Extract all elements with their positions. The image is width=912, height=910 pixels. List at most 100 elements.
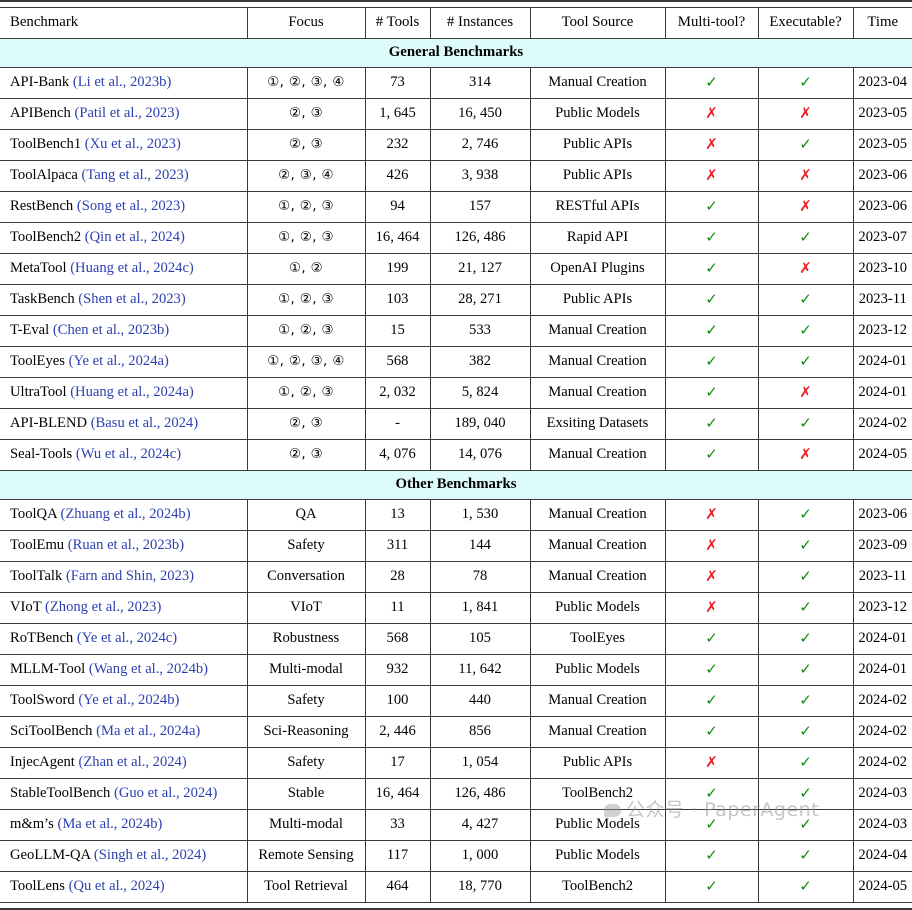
- cell-focus: ①, ②, ③: [247, 315, 366, 347]
- cell-benchmark-name: UltraTool (Huang et al., 2024a): [0, 377, 248, 409]
- cell-executable: ✗: [758, 377, 854, 409]
- cell-num-tools: 15: [365, 315, 431, 347]
- benchmark-citation[interactable]: (Ruan et al., 2023b): [68, 537, 184, 553]
- benchmark-label: TaskBench: [10, 291, 75, 307]
- benchmark-citation[interactable]: (Wu et al., 2024c): [76, 446, 181, 462]
- benchmark-citation[interactable]: (Qu et al., 2024): [69, 878, 165, 894]
- benchmark-citation[interactable]: (Zhan et al., 2024): [79, 754, 187, 770]
- cell-num-instances: 382: [430, 346, 531, 378]
- cell-benchmark-name: APIBench (Patil et al., 2023): [0, 98, 248, 130]
- benchmark-label: ToolEmu: [10, 537, 65, 553]
- benchmark-citation[interactable]: (Wang et al., 2024b): [89, 661, 208, 677]
- table-row: ToolTalk (Farn and Shin, 2023) Conversati…: [0, 561, 912, 593]
- cell-executable: ✓: [758, 623, 854, 655]
- focus-value: ①, ②, ③, ④: [267, 354, 345, 369]
- check-icon: ✓: [799, 228, 812, 246]
- cell-time: 2024-05: [853, 439, 912, 471]
- table-row: TaskBench (Shen et al., 2023) ①, ②, ③ 103 2…: [0, 284, 912, 316]
- benchmark-citation[interactable]: (Ye et al., 2024b): [78, 692, 179, 708]
- benchmark-citation[interactable]: (Tang et al., 2023): [82, 167, 189, 183]
- benchmark-citation[interactable]: (Farn and Shin, 2023): [66, 568, 194, 584]
- benchmark-label: InjecAgent: [10, 754, 75, 770]
- cell-time: 2023-07: [853, 222, 912, 254]
- benchmark-citation[interactable]: (Song et al., 2023): [77, 198, 185, 214]
- cell-num-tools: 2, 446: [365, 716, 431, 748]
- benchmark-label: UltraTool: [10, 384, 67, 400]
- cell-num-instances: 314: [430, 67, 531, 99]
- benchmark-citation[interactable]: (Xu et al., 2023): [85, 136, 181, 152]
- benchmark-citation[interactable]: (Patil et al., 2023): [74, 105, 179, 121]
- cell-multi-tool: ✓: [665, 67, 759, 99]
- cell-num-instances: 157: [430, 191, 531, 223]
- benchmark-citation[interactable]: (Huang et al., 2024a): [70, 384, 194, 400]
- cell-multi-tool: ✓: [665, 284, 759, 316]
- cell-focus: ②, ③: [247, 98, 366, 130]
- cross-icon: ✗: [799, 166, 812, 184]
- cell-benchmark-name: VIoT (Zhong et al., 2023): [0, 592, 248, 624]
- table-row: InjecAgent (Zhan et al., 2024) Safety 17 1,…: [0, 747, 912, 779]
- table-row: MetaTool (Huang et al., 2024c) ①, ② 199 21,…: [0, 253, 912, 285]
- benchmark-citation[interactable]: (Ma et al., 2024b): [57, 816, 162, 832]
- cell-multi-tool: ✓: [665, 716, 759, 748]
- cell-focus: ①, ②, ③: [247, 222, 366, 254]
- benchmark-citation[interactable]: (Basu et al., 2024): [91, 415, 198, 431]
- focus-value: ②, ③: [288, 416, 324, 431]
- column-header-focus: Focus: [247, 7, 366, 39]
- cell-time: 2023-05: [853, 98, 912, 130]
- cell-multi-tool: ✓: [665, 654, 759, 686]
- cell-tool-source: Manual Creation: [530, 377, 666, 409]
- cell-num-instances: 440: [430, 685, 531, 717]
- benchmark-comparison-table: Benchmark Focus # Tools # Instances Tool Sou…: [0, 0, 912, 910]
- cell-time: 2024-03: [853, 778, 912, 810]
- cell-executable: ✓: [758, 284, 854, 316]
- check-icon: ✓: [705, 846, 718, 864]
- cell-benchmark-name: ToolAlpaca (Tang et al., 2023): [0, 160, 248, 192]
- cell-num-tools: 932: [365, 654, 431, 686]
- cell-num-instances: 126, 486: [430, 222, 531, 254]
- cell-executable: ✓: [758, 747, 854, 779]
- benchmark-citation[interactable]: (Ye et al., 2024a): [69, 353, 169, 369]
- benchmark-citation[interactable]: (Singh et al., 2024): [94, 847, 206, 863]
- cell-num-instances: 856: [430, 716, 531, 748]
- cell-num-tools: 28: [365, 561, 431, 593]
- benchmark-citation[interactable]: (Zhuang et al., 2024b): [60, 506, 190, 522]
- cross-icon: ✗: [799, 197, 812, 215]
- benchmark-citation[interactable]: (Ma et al., 2024a): [96, 723, 200, 739]
- cell-num-instances: 18, 770: [430, 871, 531, 903]
- cell-tool-source: Manual Creation: [530, 346, 666, 378]
- cell-tool-source: Public APIs: [530, 284, 666, 316]
- table-row: RestBench (Song et al., 2023) ①, ②, ③ 94 15…: [0, 191, 912, 223]
- focus-value: ①, ②, ③: [278, 385, 334, 400]
- table-row: m&m’s (Ma et al., 2024b) Multi-modal 33 4, …: [0, 809, 912, 841]
- check-icon: ✓: [799, 352, 812, 370]
- cell-benchmark-name: Seal-Tools (Wu et al., 2024c): [0, 439, 248, 471]
- cell-focus: Robustness: [247, 623, 366, 655]
- benchmark-citation[interactable]: (Zhong et al., 2023): [45, 599, 161, 615]
- benchmark-citation[interactable]: (Qin et al., 2024): [85, 229, 185, 245]
- table-bottom-rule: [0, 902, 912, 910]
- cell-benchmark-name: MetaTool (Huang et al., 2024c): [0, 253, 248, 285]
- benchmark-label: API-Bank: [10, 74, 70, 90]
- section-title: Other Benchmarks: [0, 470, 912, 500]
- benchmark-citation[interactable]: (Li et al., 2023b): [73, 74, 171, 90]
- benchmark-citation[interactable]: (Huang et al., 2024c): [70, 260, 194, 276]
- benchmark-citation[interactable]: (Shen et al., 2023): [78, 291, 185, 307]
- cell-num-tools: 426: [365, 160, 431, 192]
- cell-focus: ①, ②: [247, 253, 366, 285]
- benchmark-citation[interactable]: (Guo et al., 2024): [114, 785, 217, 801]
- cell-num-instances: 1, 841: [430, 592, 531, 624]
- cell-num-tools: 17: [365, 747, 431, 779]
- benchmark-label: ToolTalk: [10, 568, 63, 584]
- cell-benchmark-name: API-BLEND (Basu et al., 2024): [0, 408, 248, 440]
- benchmark-citation[interactable]: (Ye et al., 2024c): [77, 630, 177, 646]
- cell-executable: ✓: [758, 530, 854, 562]
- cell-focus: Stable: [247, 778, 366, 810]
- benchmark-citation[interactable]: (Chen et al., 2023b): [53, 322, 169, 338]
- benchmark-label: ToolBench2: [10, 229, 82, 245]
- cell-tool-source: Manual Creation: [530, 439, 666, 471]
- table-row: UltraTool (Huang et al., 2024a) ①, ②, ③ 2,…: [0, 377, 912, 409]
- cell-time: 2024-01: [853, 654, 912, 686]
- check-icon: ✓: [705, 414, 718, 432]
- cell-multi-tool: ✓: [665, 871, 759, 903]
- cell-time: 2023-10: [853, 253, 912, 285]
